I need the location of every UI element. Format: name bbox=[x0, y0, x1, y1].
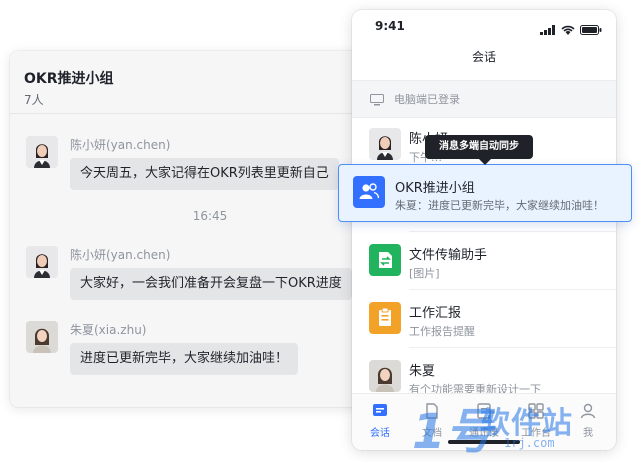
conversation-preview: [图片] bbox=[409, 267, 440, 280]
watermark: 1号 软件站 1rj.com bbox=[412, 392, 638, 460]
file-transfer-icon bbox=[369, 244, 401, 276]
message-bubble[interactable]: 今天周五，大家记得在OKR列表里更新自己 bbox=[70, 158, 339, 190]
message-bubble[interactable]: 大家好，一会我们准备开会复盘一下OKR进度 bbox=[70, 268, 352, 300]
desktop-chat-window: OKR推进小组 7人 陈小妍(yan.chen) 今天周五，大家记得在OKR列表… bbox=[10, 51, 410, 407]
sync-tooltip: 消息多端自动同步 bbox=[425, 135, 533, 165]
status-time: 9:41 bbox=[375, 19, 405, 33]
sender-name: 陈小妍(yan.chen) bbox=[70, 248, 171, 262]
conversation-preview: 朱夏：进度已更新完毕，大家继续加油哇！ bbox=[395, 199, 604, 212]
avatar[interactable] bbox=[26, 136, 58, 168]
avatar bbox=[369, 360, 401, 392]
message-bubble[interactable]: 进度已更新完毕，大家继续加油哇！ bbox=[70, 343, 299, 375]
avatar bbox=[369, 128, 401, 160]
conversation-item[interactable]: 文件传输助手 [图片] bbox=[352, 232, 616, 290]
mobile-app: 9:41 会话 电脑端已登录 文件传输助手 [图片] 工作汇报 工作报告提醒 朱… bbox=[352, 10, 616, 450]
conversation-preview: 工作报告提醒 bbox=[409, 325, 475, 338]
chat-title: OKR推进小组 bbox=[24, 71, 114, 87]
sender-name: 陈小妍(yan.chen) bbox=[70, 138, 171, 152]
conversation-item-okr-highlighted[interactable]: OKR推进小组 朱夏：进度已更新完毕，大家继续加油哇！ bbox=[338, 164, 632, 222]
watermark-url: 1rj.com bbox=[504, 436, 555, 450]
sender-name: 朱夏(xia.zhu) bbox=[70, 323, 147, 337]
work-report-icon bbox=[369, 302, 401, 334]
conversation-item[interactable]: 工作汇报 工作报告提醒 bbox=[352, 290, 616, 348]
conversation-name: OKR推进小组 bbox=[395, 181, 475, 196]
system-icons bbox=[540, 20, 602, 39]
chat-icon bbox=[371, 402, 389, 420]
tooltip-text: 消息多端自动同步 bbox=[439, 141, 519, 152]
pc-login-bar[interactable]: 电脑端已登录 bbox=[352, 80, 616, 118]
tooltip-arrow bbox=[479, 159, 491, 165]
wifi-icon bbox=[561, 20, 575, 39]
nav-title: 会话 bbox=[471, 50, 496, 64]
pc-login-text: 电脑端已登录 bbox=[394, 93, 460, 106]
tab-chat[interactable]: 会话 bbox=[356, 402, 404, 439]
member-count: 7人 bbox=[24, 93, 44, 107]
signal-icon bbox=[540, 20, 556, 39]
monitor-icon bbox=[370, 91, 384, 110]
battery-icon bbox=[580, 20, 602, 39]
status-bar: 9:41 bbox=[352, 10, 616, 42]
avatar[interactable] bbox=[26, 321, 58, 353]
conversation-name: 文件传输助手 bbox=[409, 248, 488, 263]
conversation-name: 朱夏 bbox=[409, 364, 436, 379]
tab-label: 会话 bbox=[370, 428, 390, 439]
conversation-name: 工作汇报 bbox=[409, 306, 462, 321]
chat-header: OKR推进小组 7人 bbox=[10, 51, 410, 114]
group-icon bbox=[353, 176, 385, 208]
avatar[interactable] bbox=[26, 246, 58, 278]
